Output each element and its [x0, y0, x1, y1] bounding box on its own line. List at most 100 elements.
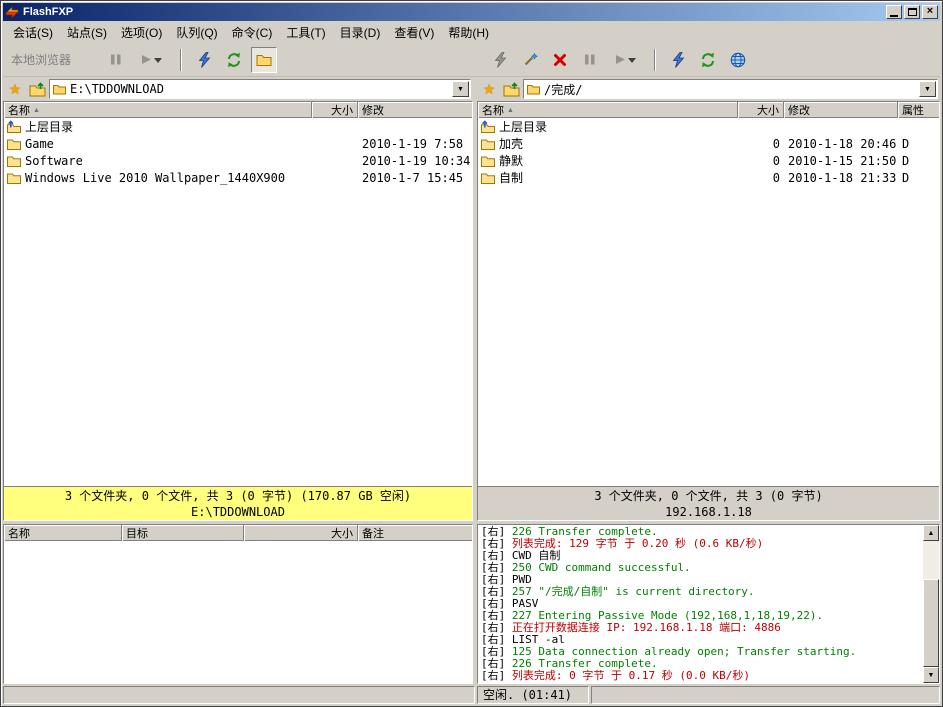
dropdown-arrow-button[interactable]: ▼: [452, 81, 469, 97]
folder-icon: [527, 84, 540, 95]
file-row-folder[interactable]: Software2010-1-19 10:34: [4, 152, 472, 169]
sort-ascending-icon: ▲: [33, 107, 40, 114]
column-header-name[interactable]: 名称▲: [4, 102, 312, 118]
red-x-icon: [553, 53, 567, 67]
remote-connect-button[interactable]: [665, 47, 691, 73]
folder-icon: [481, 172, 495, 184]
folder-icon: [53, 84, 66, 95]
column-header-name[interactable]: 名称▲: [478, 102, 738, 118]
lightning-icon: [197, 52, 212, 68]
file-row-up-directory[interactable]: 上层目录: [478, 118, 939, 135]
remote-transfer-button[interactable]: [607, 47, 645, 73]
file-attr: D: [898, 154, 939, 168]
bookmark-star-button[interactable]: ★: [479, 79, 499, 99]
file-modified: 2010-1-18 20:46: [784, 137, 898, 151]
file-row-folder[interactable]: 加壳02010-1-18 20:46D: [478, 135, 939, 152]
column-header-attr[interactable]: 属性: [898, 102, 939, 118]
minimize-button[interactable]: [886, 5, 902, 19]
log-message: 257 "/完成/自制" is current directory.: [512, 585, 755, 598]
disconnect-button[interactable]: [547, 47, 573, 73]
column-header-size[interactable]: 大小: [738, 102, 784, 118]
file-row-folder[interactable]: Game2010-1-19 7:58: [4, 135, 472, 152]
menu-item[interactable]: 队列(Q): [169, 22, 224, 43]
connect-button[interactable]: [191, 47, 217, 73]
column-header-modified[interactable]: 修改: [358, 102, 472, 118]
local-status-bar: 3 个文件夹, 0 个文件, 共 3 (0 字节) (170.87 GB 空闲)…: [4, 486, 472, 520]
local-path-combobox[interactable]: E:\TDDOWNLOAD ▼: [49, 79, 471, 99]
quick-connect-button[interactable]: [517, 47, 543, 73]
file-name: Game: [25, 137, 54, 151]
menu-item[interactable]: 工具(T): [279, 22, 332, 43]
maximize-button[interactable]: [904, 5, 920, 19]
close-button[interactable]: ×: [922, 5, 938, 19]
abort-button[interactable]: [103, 47, 129, 73]
scroll-up-button[interactable]: ▲: [923, 525, 939, 541]
lightning-gray-icon: [493, 52, 508, 68]
column-header-size[interactable]: 大小: [244, 525, 358, 541]
dropdown-arrow-button[interactable]: ▼: [919, 81, 936, 97]
site-manager-button[interactable]: [725, 47, 751, 73]
flashfxp-window: FlashFXP × 会话(S)站点(S)选项(O)队列(Q)命令(C)工具(T…: [0, 0, 943, 707]
menu-item[interactable]: 目录(D): [333, 22, 388, 43]
local-pane: ★ E:\TDDOWNLOAD ▼ 名称▲ 大小 修改 上层目录Game2010…: [3, 77, 473, 521]
column-header-modified[interactable]: 修改: [784, 102, 898, 118]
file-name: 自制: [499, 169, 523, 186]
scroll-thumb[interactable]: [923, 579, 939, 667]
column-header-name[interactable]: 名称: [4, 525, 122, 541]
menu-item[interactable]: 选项(O): [114, 22, 169, 43]
app-icon: [5, 5, 19, 19]
file-row-folder[interactable]: 自制02010-1-18 21:33D: [478, 169, 939, 186]
transfer-button[interactable]: [133, 47, 171, 73]
file-name: 上层目录: [499, 118, 547, 135]
remote-status-line1: 3 个文件夹, 0 个文件, 共 3 (0 字节): [478, 488, 939, 504]
folder-view-button[interactable]: [251, 47, 277, 73]
menu-item[interactable]: 会话(S): [6, 22, 60, 43]
menu-item[interactable]: 帮助(H): [441, 22, 496, 43]
file-row-up-directory[interactable]: 上层目录: [4, 118, 472, 135]
folder-icon: [481, 138, 495, 150]
remote-file-list: 上层目录加壳02010-1-18 20:46D静默02010-1-15 21:5…: [478, 118, 939, 486]
file-attr: D: [898, 171, 939, 185]
remote-pane: ★ /完成/ ▼ 名称▲ 大小 修改 属性 上层目录加壳02010-1-18 2…: [477, 77, 940, 521]
folder-up-icon: [503, 82, 520, 97]
remote-path-value: /完成/: [544, 81, 915, 98]
toolbar: 本地浏览器: [3, 43, 940, 77]
up-directory-button[interactable]: [27, 79, 47, 99]
remote-abort-button[interactable]: [577, 47, 603, 73]
menu-item[interactable]: 查看(V): [387, 22, 441, 43]
column-header-size[interactable]: 大小: [312, 102, 358, 118]
sort-ascending-icon: ▲: [507, 107, 514, 114]
file-modified: 2010-1-19 10:34: [358, 154, 472, 168]
file-name: Windows Live 2010 Wallpaper_1440X900: [25, 171, 285, 185]
remote-path-combobox[interactable]: /完成/ ▼: [523, 79, 938, 99]
local-list-box: 名称▲ 大小 修改 上层目录Game2010-1-19 7:58Software…: [3, 101, 473, 521]
up-directory-icon: [481, 120, 495, 133]
file-size: 0: [738, 137, 784, 151]
file-name-cell: 自制: [478, 169, 738, 186]
menu-item[interactable]: 命令(C): [225, 22, 280, 43]
maximize-icon: [908, 8, 917, 16]
folder-icon: [7, 155, 21, 167]
scroll-down-button[interactable]: ▼: [923, 667, 939, 683]
file-row-folder[interactable]: 静默02010-1-15 21:50D: [478, 152, 939, 169]
local-path-row: ★ E:\TDDOWNLOAD ▼: [3, 77, 473, 101]
menu-item[interactable]: 站点(S): [60, 22, 114, 43]
refresh-button[interactable]: [221, 47, 247, 73]
status-bar: 空闲. (01:41): [3, 684, 940, 704]
toolbar-separator: [654, 49, 656, 71]
remote-connect-disabled-button[interactable]: [487, 47, 513, 73]
scroll-track[interactable]: [923, 541, 939, 667]
remote-path-row: ★ /完成/ ▼: [477, 77, 940, 101]
file-row-folder[interactable]: Windows Live 2010 Wallpaper_1440X9002010…: [4, 169, 472, 186]
lightning-icon: [671, 52, 686, 68]
column-header-note[interactable]: 备注: [358, 525, 472, 541]
bookmark-star-button[interactable]: ★: [5, 79, 25, 99]
remote-refresh-button[interactable]: [695, 47, 721, 73]
file-size: 0: [738, 171, 784, 185]
up-directory-button[interactable]: [501, 79, 521, 99]
status-text: 空闲. (01:41): [477, 686, 589, 704]
window-title: FlashFXP: [23, 6, 882, 18]
log-scrollbar[interactable]: ▲ ▼: [923, 525, 939, 683]
column-header-target[interactable]: 目标: [122, 525, 244, 541]
title-bar[interactable]: FlashFXP ×: [3, 3, 940, 21]
